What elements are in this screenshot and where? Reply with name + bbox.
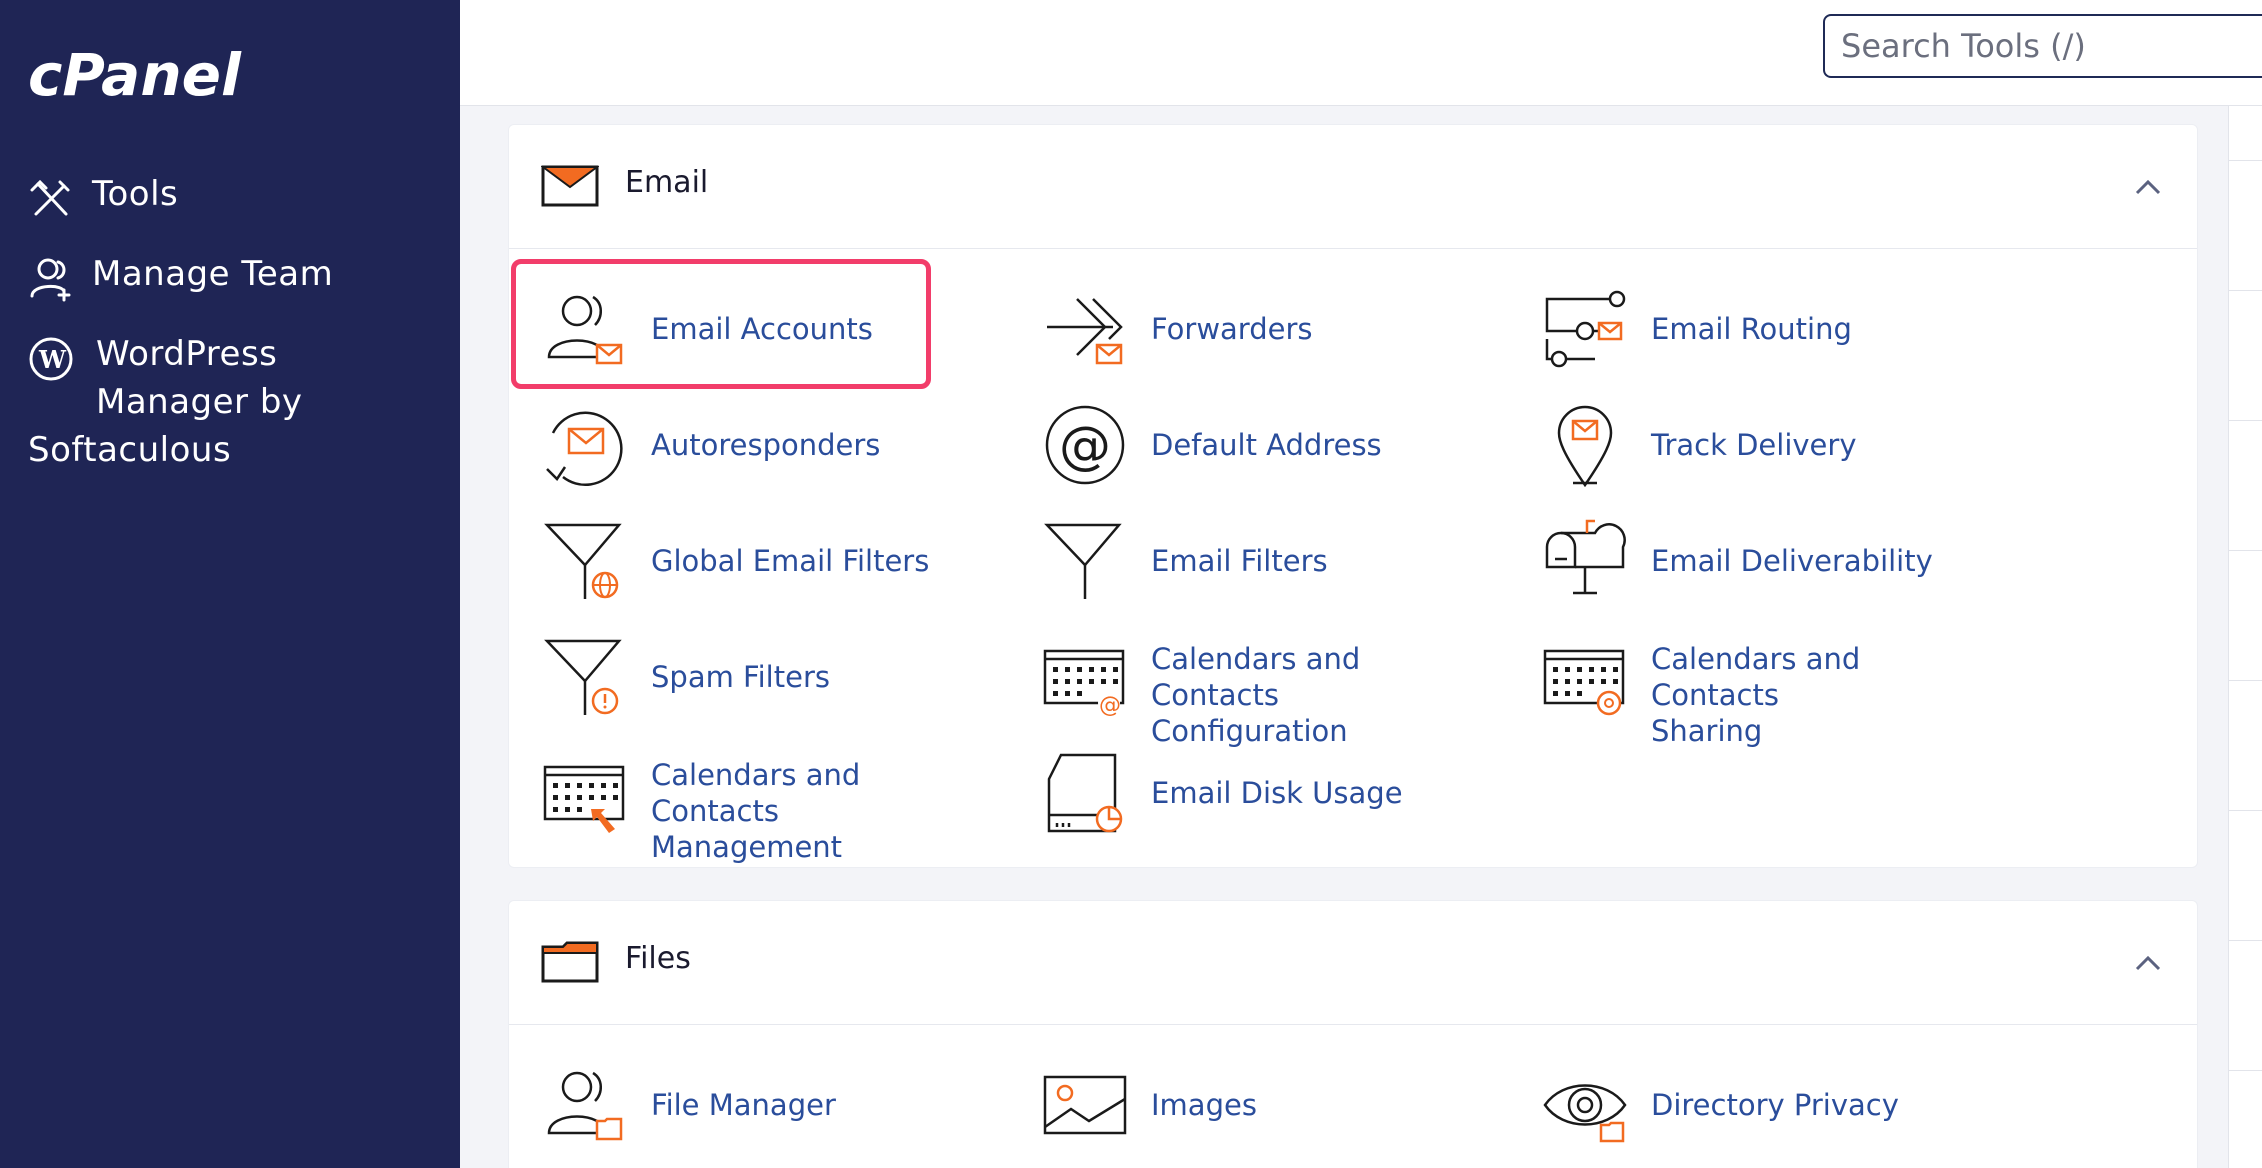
email-disk-usage-icon bbox=[1047, 753, 1123, 833]
images-icon bbox=[1043, 1075, 1127, 1135]
search-input[interactable] bbox=[1823, 14, 2262, 78]
tool-label: Calendars and Contacts Sharing bbox=[1651, 641, 1983, 749]
sidebar-item-label: Tools bbox=[92, 174, 179, 214]
tool-label: Email Disk Usage bbox=[1151, 776, 1403, 810]
divider bbox=[2229, 550, 2262, 551]
tool-email-filters[interactable]: Email Filters bbox=[1043, 507, 1443, 607]
tool-calendars-contacts-management[interactable]: Calendars and Contacts Management bbox=[543, 739, 983, 864]
divider bbox=[2229, 160, 2262, 161]
tool-label: Spam Filters bbox=[651, 660, 830, 694]
directory-privacy-icon bbox=[1543, 1084, 1627, 1143]
email-deliverability-icon bbox=[1545, 519, 1626, 595]
calendars-management-icon bbox=[543, 765, 625, 833]
sidebar: cPanel Tools Manage Team W WordPress Man… bbox=[0, 0, 460, 1168]
divider bbox=[2229, 290, 2262, 291]
email-accounts-icon bbox=[547, 295, 623, 365]
sidebar-item-label: Manage Team bbox=[92, 254, 334, 294]
email-filters-icon bbox=[1044, 523, 1122, 599]
sidebar-item-label-line2: Manager by bbox=[96, 382, 303, 422]
tool-label: Email Accounts bbox=[651, 312, 873, 346]
chevron-up-icon[interactable] bbox=[2133, 173, 2163, 203]
divider bbox=[2229, 810, 2262, 811]
sidebar-item-label-line3: Softaculous bbox=[28, 430, 232, 470]
divider bbox=[2229, 680, 2262, 681]
divider bbox=[2229, 940, 2262, 941]
tool-images[interactable]: Images bbox=[1043, 1051, 1443, 1151]
tool-label: Default Address bbox=[1151, 428, 1382, 462]
tool-label: Track Delivery bbox=[1651, 428, 1857, 462]
email-section-header[interactable]: Email bbox=[509, 125, 2197, 249]
top-header bbox=[460, 0, 2262, 106]
files-section-header[interactable]: Files bbox=[509, 901, 2197, 1025]
sidebar-item-manage-team[interactable]: Manage Team bbox=[28, 250, 448, 302]
section-title: Email bbox=[625, 165, 709, 200]
file-manager-icon bbox=[547, 1071, 623, 1141]
tool-label-line2: Management bbox=[651, 830, 843, 864]
tool-calendars-contacts-sharing[interactable]: Calendars and Contacts Sharing bbox=[1543, 623, 1983, 748]
tool-directory-privacy[interactable]: Directory Privacy bbox=[1543, 1051, 1963, 1151]
email-section: Email Email Accounts Forwarders Email Ro… bbox=[508, 124, 2198, 868]
svg-text:W: W bbox=[38, 345, 67, 374]
tool-label-line1: Calendars and Contacts bbox=[651, 758, 861, 828]
cpanel-logo[interactable]: cPanel bbox=[28, 40, 268, 110]
tool-track-delivery[interactable]: Track Delivery bbox=[1543, 391, 1943, 491]
spam-filters-icon bbox=[544, 639, 622, 715]
wordpress-icon: W bbox=[29, 337, 73, 381]
track-delivery-icon bbox=[1557, 405, 1613, 487]
tool-file-manager[interactable]: File Manager bbox=[543, 1051, 943, 1151]
tool-forwarders[interactable]: Forwarders bbox=[1043, 275, 1443, 375]
files-section: Files File Manager Images Directory Priv… bbox=[508, 900, 2198, 1168]
tool-autoresponders[interactable]: Autoresponders bbox=[543, 391, 943, 491]
manage-team-icon bbox=[30, 258, 71, 302]
svg-text:cPanel: cPanel bbox=[28, 41, 242, 109]
tool-label-line1: Calendars and Contacts bbox=[1651, 642, 1861, 712]
tool-label: Calendars and Contacts Configuration bbox=[1151, 641, 1483, 749]
sidebar-nav: Tools Manage Team W WordPress Manager by bbox=[28, 170, 448, 506]
divider bbox=[2229, 420, 2262, 421]
section-title: Files bbox=[625, 941, 691, 976]
tool-label: Directory Privacy bbox=[1651, 1088, 1899, 1122]
calendars-sharing-icon bbox=[1543, 649, 1625, 716]
tool-label-line2: Sharing bbox=[1651, 714, 1763, 748]
email-routing-icon bbox=[1545, 290, 1626, 368]
forwarders-icon bbox=[1047, 298, 1123, 365]
svg-text:@: @ bbox=[1059, 416, 1111, 476]
envelope-icon bbox=[541, 165, 599, 207]
tool-spam-filters[interactable]: Spam Filters bbox=[543, 623, 943, 723]
tool-label: Forwarders bbox=[1151, 312, 1313, 346]
tool-calendars-contacts-configuration[interactable]: @ Calendars and Contacts Configuration bbox=[1043, 623, 1483, 748]
tool-default-address[interactable]: @ Default Address bbox=[1043, 391, 1443, 491]
divider bbox=[2229, 1070, 2262, 1071]
right-column bbox=[2228, 106, 2262, 1168]
sidebar-item-wordpress-manager[interactable]: W WordPress Manager by Softaculous bbox=[28, 330, 448, 474]
tool-label: Email Routing bbox=[1651, 312, 1852, 346]
default-address-icon: @ bbox=[1045, 405, 1125, 485]
tool-email-accounts[interactable]: Email Accounts bbox=[543, 275, 923, 375]
tool-label: Global Email Filters bbox=[651, 544, 930, 578]
chevron-up-icon[interactable] bbox=[2133, 949, 2163, 979]
calendars-config-icon: @ bbox=[1043, 649, 1125, 718]
tool-label: Calendars and Contacts Management bbox=[651, 757, 983, 865]
sidebar-item-label-line1: WordPress bbox=[96, 334, 278, 374]
tool-label: File Manager bbox=[651, 1088, 836, 1122]
tool-email-routing[interactable]: Email Routing bbox=[1543, 275, 1963, 375]
tool-label-line1: Calendars and Contacts bbox=[1151, 642, 1361, 712]
autoresponders-icon bbox=[546, 411, 623, 487]
svg-text:@: @ bbox=[1099, 693, 1121, 718]
tool-global-email-filters[interactable]: Global Email Filters bbox=[543, 507, 983, 607]
tool-email-disk-usage[interactable]: Email Disk Usage bbox=[1043, 739, 1443, 839]
folder-icon bbox=[541, 941, 599, 983]
tool-label: Images bbox=[1151, 1088, 1257, 1122]
global-email-filters-icon bbox=[544, 523, 622, 599]
tool-email-deliverability[interactable]: Email Deliverability bbox=[1543, 507, 1963, 607]
tool-label: Email Deliverability bbox=[1651, 544, 1933, 578]
tool-label: Email Filters bbox=[1151, 544, 1328, 578]
tool-label: Autoresponders bbox=[651, 428, 881, 462]
tools-icon bbox=[30, 179, 70, 216]
sidebar-item-tools[interactable]: Tools bbox=[28, 170, 448, 218]
